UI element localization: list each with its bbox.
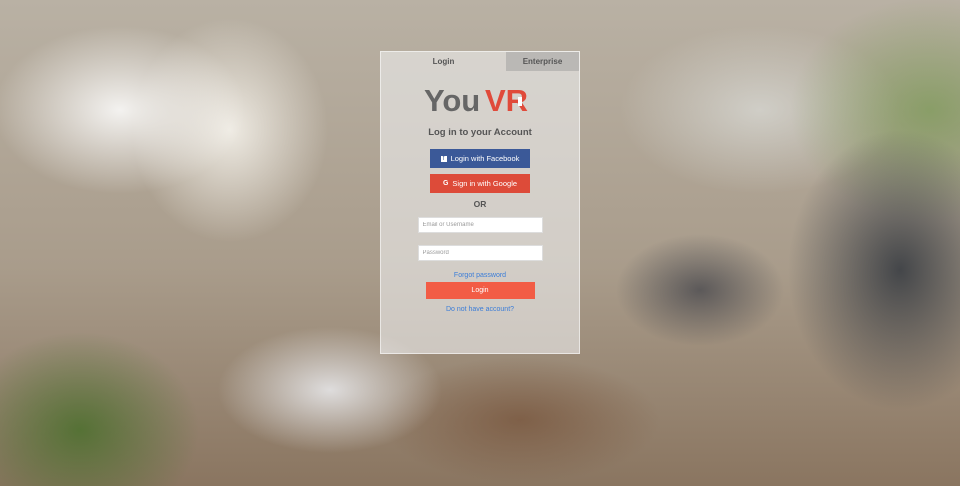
or-separator: OR — [473, 199, 487, 209]
password-field[interactable] — [417, 245, 543, 261]
google-signin-button[interactable]: G Sign in with Google — [430, 174, 530, 193]
logo-text-you: You — [424, 83, 480, 115]
page-title: Log in to your Account — [428, 127, 532, 138]
youvr-logo: You VR — [381, 83, 579, 117]
login-button[interactable]: Login — [425, 282, 535, 299]
facebook-icon: f — [440, 155, 447, 162]
google-signin-label: Sign in with Google — [452, 179, 518, 188]
forgot-password-link[interactable]: Forgot password — [381, 272, 579, 279]
tab-login[interactable]: Login — [381, 52, 506, 71]
google-icon: G — [442, 180, 449, 187]
email-field[interactable] — [417, 217, 543, 233]
facebook-login-button[interactable]: f Login with Facebook — [430, 149, 530, 168]
facebook-login-label: Login with Facebook — [450, 154, 520, 163]
tab-enterprise[interactable]: Enterprise — [506, 52, 579, 71]
signup-link[interactable]: Do not have account? — [381, 306, 579, 313]
logo-keyhole-icon — [518, 97, 522, 106]
tab-bar: Login Enterprise — [381, 52, 579, 71]
login-panel: Login Enterprise You VR Log in to your A… — [380, 51, 580, 354]
